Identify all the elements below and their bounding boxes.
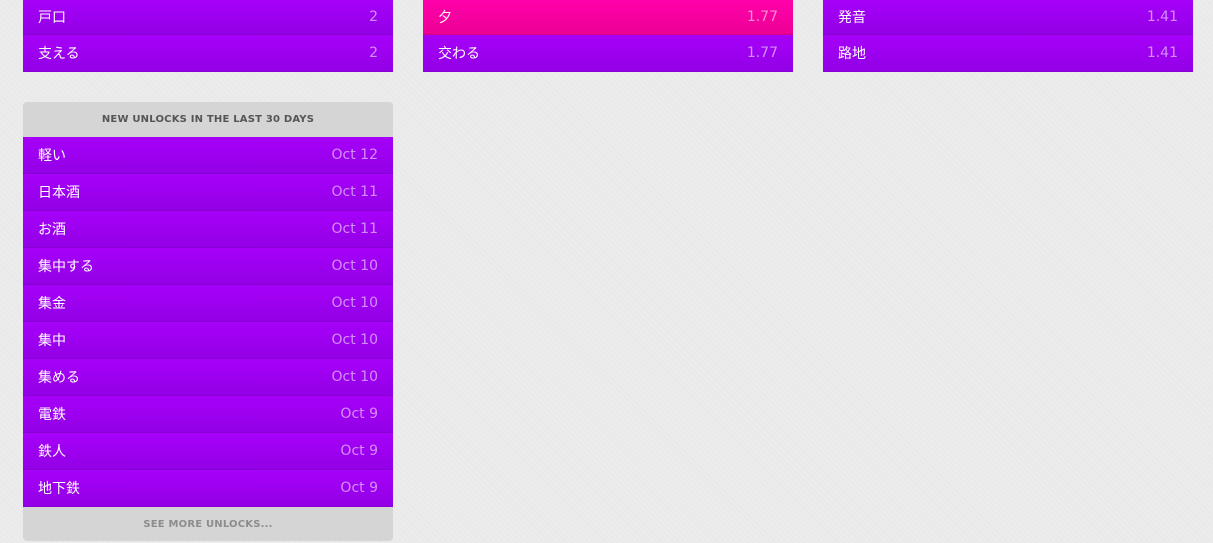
unlock-item[interactable]: 日本酒 Oct 11 — [23, 174, 393, 211]
unlock-date: Oct 12 — [331, 147, 378, 163]
list-item[interactable]: 交わる 1.77 — [423, 35, 793, 72]
unlock-label: 鉄人 — [38, 444, 66, 460]
item-label: 発音 — [838, 10, 866, 26]
item-value: 2 — [369, 9, 378, 25]
unlock-item[interactable]: 集金 Oct 10 — [23, 285, 393, 322]
list-item[interactable]: 夕 1.77 — [423, 0, 793, 35]
unlock-label: 日本酒 — [38, 185, 80, 201]
unlock-date: Oct 11 — [331, 184, 378, 200]
unlock-item[interactable]: 集中する Oct 10 — [23, 248, 393, 285]
item-label: 交わる — [438, 46, 480, 62]
unlock-date: Oct 9 — [340, 480, 378, 496]
unlock-item[interactable]: お酒 Oct 11 — [23, 211, 393, 248]
unlock-label: 集中 — [38, 333, 66, 349]
item-label: 路地 — [838, 46, 866, 62]
unlock-date: Oct 10 — [331, 369, 378, 385]
unlock-label: 集める — [38, 370, 80, 386]
left-item-list: 戸口 2 支える 2 — [23, 0, 393, 72]
unlock-label: 集金 — [38, 296, 66, 312]
item-label: 戸口 — [38, 10, 66, 26]
unlock-item[interactable]: 電鉄 Oct 9 — [23, 396, 393, 433]
unlock-date: Oct 9 — [340, 406, 378, 422]
item-label: 支える — [38, 46, 80, 62]
list-item[interactable]: 路地 1.41 — [823, 35, 1193, 72]
item-value: 2 — [369, 45, 378, 61]
unlock-date: Oct 10 — [331, 332, 378, 348]
unlock-label: お酒 — [38, 222, 66, 238]
right-item-list: 発音 1.41 路地 1.41 — [823, 0, 1193, 72]
unlock-date: Oct 10 — [331, 295, 378, 311]
new-unlocks-panel: NEW UNLOCKS IN THE LAST 30 DAYS 軽い Oct 1… — [23, 102, 393, 541]
unlock-label: 地下鉄 — [38, 481, 80, 497]
unlock-item[interactable]: 集中 Oct 10 — [23, 322, 393, 359]
unlock-date: Oct 11 — [331, 221, 378, 237]
unlock-label: 軽い — [38, 148, 66, 164]
unlock-label: 電鉄 — [38, 407, 66, 423]
list-item[interactable]: 戸口 2 — [23, 0, 393, 35]
item-label: 夕 — [438, 10, 452, 26]
unlock-label: 集中する — [38, 259, 94, 275]
list-item[interactable]: 支える 2 — [23, 35, 393, 72]
item-value: 1.77 — [746, 9, 778, 25]
unlock-date: Oct 10 — [331, 258, 378, 274]
middle-item-list: 夕 1.77 交わる 1.77 — [423, 0, 793, 72]
unlock-item[interactable]: 軽い Oct 12 — [23, 137, 393, 174]
item-value: 1.41 — [1146, 45, 1178, 61]
unlock-date: Oct 9 — [340, 443, 378, 459]
unlock-item[interactable]: 鉄人 Oct 9 — [23, 433, 393, 470]
unlock-item[interactable]: 地下鉄 Oct 9 — [23, 470, 393, 507]
item-value: 1.77 — [746, 45, 778, 61]
see-more-unlocks-link[interactable]: SEE MORE UNLOCKS... — [23, 507, 393, 541]
unlock-item[interactable]: 集める Oct 10 — [23, 359, 393, 396]
new-unlocks-header: NEW UNLOCKS IN THE LAST 30 DAYS — [23, 102, 393, 137]
list-item[interactable]: 発音 1.41 — [823, 0, 1193, 35]
item-value: 1.41 — [1146, 9, 1178, 25]
